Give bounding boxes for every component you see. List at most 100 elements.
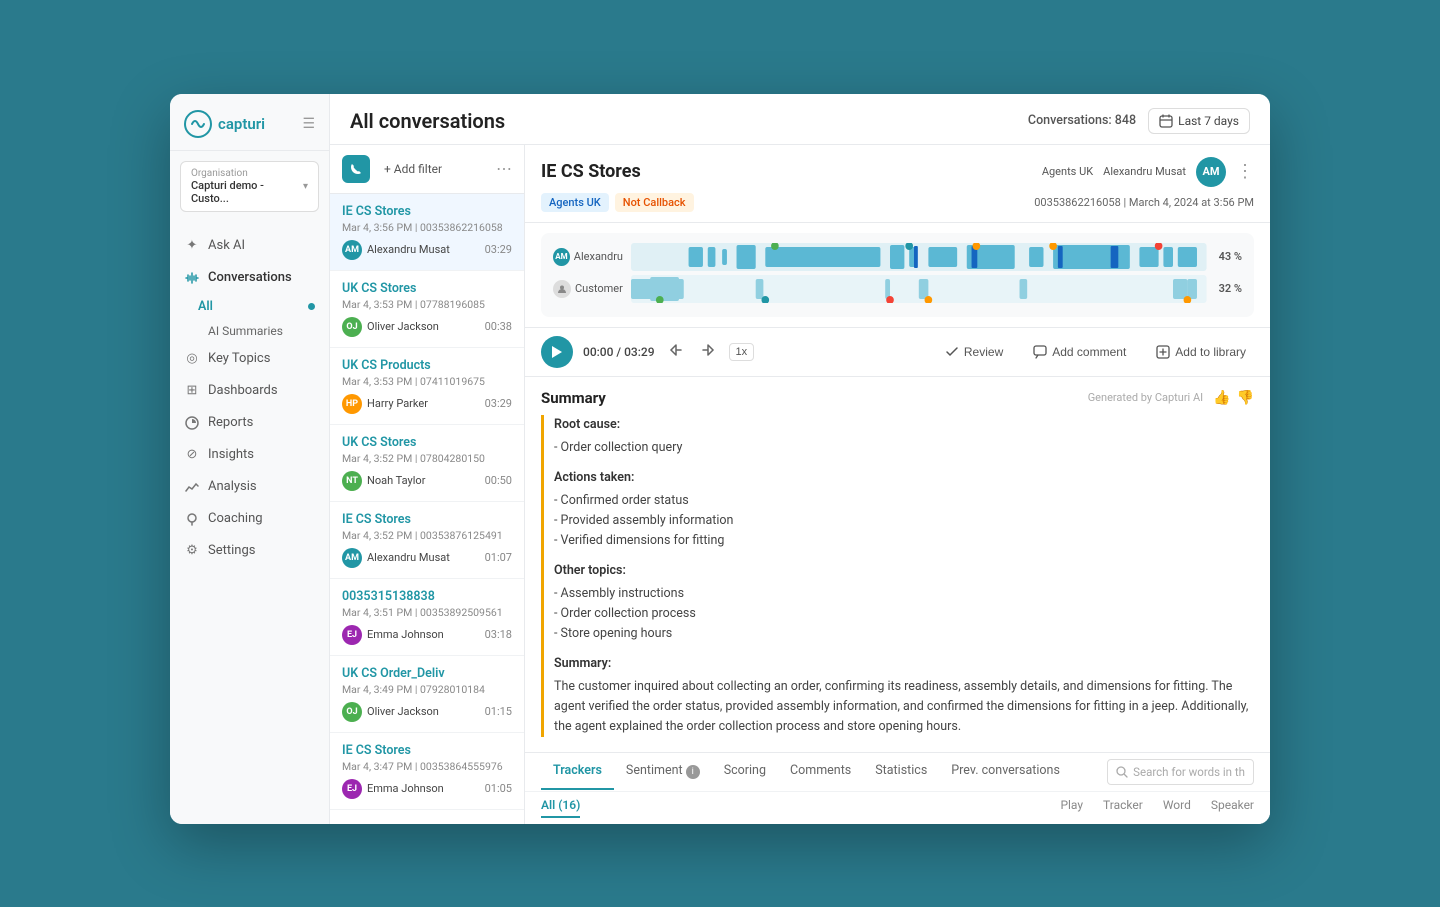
org-selector[interactable]: Organisation Capturi demo - Custo... ▾: [180, 161, 319, 212]
date-filter-button[interactable]: Last 7 days: [1148, 108, 1250, 134]
avatar: AM: [342, 548, 362, 568]
date-filter-label: Last 7 days: [1178, 114, 1239, 128]
thumbs-down-button[interactable]: 👎: [1237, 389, 1254, 406]
conv-duration: 03:29: [485, 397, 512, 410]
sidebar-item-insights[interactable]: ⊘ Insights: [170, 439, 329, 471]
app-container: capturi ☰ Organisation Capturi demo - Cu…: [170, 94, 1270, 824]
conv-meta: Mar 4, 3:53 PM | 07788196085: [342, 298, 512, 311]
detail-panel: IE CS Stores Agents UK Alexandru Musat A…: [525, 145, 1270, 824]
sidebar-item-conversations[interactable]: Conversations: [170, 262, 329, 294]
avatar: EJ: [342, 779, 362, 799]
sidebar-item-key-topics[interactable]: ◎ Key Topics: [170, 343, 329, 375]
forward-button[interactable]: [697, 339, 719, 364]
tab-sentiment[interactable]: Sentiment i: [614, 753, 712, 791]
phone-date: 00353862216058 | March 4, 2024 at 3:56 P…: [1034, 196, 1254, 209]
conv-title: 0035315138838: [342, 589, 512, 604]
speaker-pct-customer: 32 %: [1219, 282, 1242, 295]
add-filter-button[interactable]: + Add filter: [378, 158, 448, 180]
main-header: All conversations Conversations: 848 Las…: [330, 94, 1270, 145]
tab-statistics[interactable]: Statistics: [863, 753, 939, 790]
conv-title: IE CS Stores: [342, 204, 512, 219]
tag-agents-uk: Agents UK: [541, 193, 609, 212]
avatar: NT: [342, 471, 362, 491]
agent-info: OJ Oliver Jackson: [342, 317, 439, 337]
tab-scoring[interactable]: Scoring: [712, 753, 778, 790]
tab-search[interactable]: Search for words in th: [1107, 759, 1254, 785]
tab-comments[interactable]: Comments: [778, 753, 863, 790]
agent-name-label: Alexandru Musat: [1103, 165, 1186, 178]
tab-trackers[interactable]: Trackers: [541, 753, 614, 790]
rewind-icon: [668, 342, 684, 358]
more-options-icon[interactable]: ⋯: [496, 159, 512, 178]
speaker-bars-alexandru: [631, 243, 1207, 271]
table-row[interactable]: IE CS Stores Mar 4, 3:52 PM | 0035387612…: [330, 502, 524, 579]
ctrl-actions: Review Add comment: [937, 341, 1254, 363]
other-topic-2: - Order collection process: [554, 604, 1254, 624]
sparkle-icon: ✦: [184, 238, 200, 254]
tab-prev-conversations[interactable]: Prev. conversations: [939, 753, 1072, 790]
sidebar-item-label: Ask AI: [208, 238, 245, 253]
sidebar-item-reports[interactable]: Reports: [170, 407, 329, 439]
conv-duration: 01:07: [485, 551, 512, 564]
trackers-play-col: Play: [1060, 798, 1083, 818]
tab-sentiment-label: Sentiment: [626, 763, 683, 778]
thumbs-up-button[interactable]: 👍: [1213, 389, 1230, 406]
table-row[interactable]: UK CS Stores Mar 4, 3:53 PM | 0778819608…: [330, 271, 524, 348]
table-row[interactable]: UK CS Products Mar 4, 3:53 PM | 07411019…: [330, 348, 524, 425]
sidebar-item-ask-ai[interactable]: ✦ Ask AI: [170, 230, 329, 262]
agent-info: HP Harry Parker: [342, 394, 428, 414]
waveform-area: AM Alexandru: [525, 223, 1270, 328]
sidebar-item-label: Conversations: [208, 270, 292, 285]
sidebar-item-analysis[interactable]: Analysis: [170, 471, 329, 503]
other-topics-title: Other topics:: [554, 561, 1254, 581]
sidebar-item-settings[interactable]: ⚙ Settings: [170, 535, 329, 567]
player-controls: 00:00 / 03:29 1x: [525, 328, 1270, 377]
add-to-library-button[interactable]: Add to library: [1148, 341, 1254, 363]
trackers-all-label[interactable]: All (16): [541, 798, 580, 818]
active-indicator: [308, 303, 315, 310]
table-row[interactable]: 0035315138838 Mar 4, 3:51 PM | 003538925…: [330, 579, 524, 656]
logo-area: capturi: [184, 110, 265, 138]
agent-name: Alexandru Musat: [367, 551, 450, 564]
other-topic-3: - Store opening hours: [554, 624, 1254, 644]
sidebar-item-label: Insights: [208, 447, 254, 462]
conv-title: UK CS Order_Deliv: [342, 666, 512, 681]
sidebar-subitem-all[interactable]: All: [170, 294, 329, 319]
root-cause-text: - Order collection query: [554, 438, 1254, 458]
tag-not-callback: Not Callback: [615, 193, 694, 212]
capturi-logo-icon: [184, 110, 212, 138]
agent-name: Emma Johnson: [367, 782, 444, 795]
speaker-name: Alexandru: [574, 250, 623, 263]
conv-agent-row: AM Alexandru Musat 03:29: [342, 240, 512, 260]
summary-area: Summary Generated by Capturi AI 👍 👎 Root…: [525, 377, 1270, 752]
table-row[interactable]: IE CS Stores Mar 4, 3:47 PM | 0035386455…: [330, 733, 524, 810]
sidebar-subitem-label: AI Summaries: [208, 324, 283, 338]
summary-feedback: 👍 👎: [1213, 389, 1254, 406]
table-row[interactable]: UK CS Stores Mar 4, 3:52 PM | 0780428015…: [330, 425, 524, 502]
rewind-button[interactable]: [665, 339, 687, 364]
detail-avatar: AM: [1196, 157, 1226, 187]
add-comment-button[interactable]: Add comment: [1025, 341, 1134, 363]
hamburger-icon[interactable]: ☰: [302, 116, 315, 132]
sidebar-item-dashboards[interactable]: ⊞ Dashboards: [170, 375, 329, 407]
summary-header: Summary Generated by Capturi AI 👍 👎: [541, 389, 1254, 407]
add-filter-label: + Add filter: [384, 162, 442, 176]
speaker-row-customer: Customer: [553, 275, 1242, 303]
table-row[interactable]: IE CS Stores Mar 4, 3:56 PM | 0035386221…: [330, 194, 524, 271]
play-button[interactable]: [541, 336, 573, 368]
bottom-tabs: Trackers Sentiment i Scoring Comments St…: [525, 752, 1270, 791]
review-button[interactable]: Review: [937, 341, 1011, 363]
sidebar-subitem-ai-summaries[interactable]: AI Summaries: [170, 319, 329, 343]
conv-duration: 01:05: [485, 782, 512, 795]
speed-button[interactable]: 1x: [729, 343, 755, 361]
info-icon[interactable]: i: [686, 765, 700, 779]
waveform-icon: [184, 270, 200, 286]
conv-meta: Mar 4, 3:49 PM | 07928010184: [342, 683, 512, 696]
table-row[interactable]: UK CS Order_Deliv Mar 4, 3:49 PM | 07928…: [330, 656, 524, 733]
more-options-icon[interactable]: ⋮: [1236, 161, 1254, 182]
summary-summary: Summary: The customer inquired about col…: [554, 654, 1254, 737]
detail-header: IE CS Stores Agents UK Alexandru Musat A…: [525, 145, 1270, 223]
phone-icon-button[interactable]: [342, 155, 370, 183]
trend-icon: [184, 479, 200, 495]
sidebar-item-coaching[interactable]: Coaching: [170, 503, 329, 535]
